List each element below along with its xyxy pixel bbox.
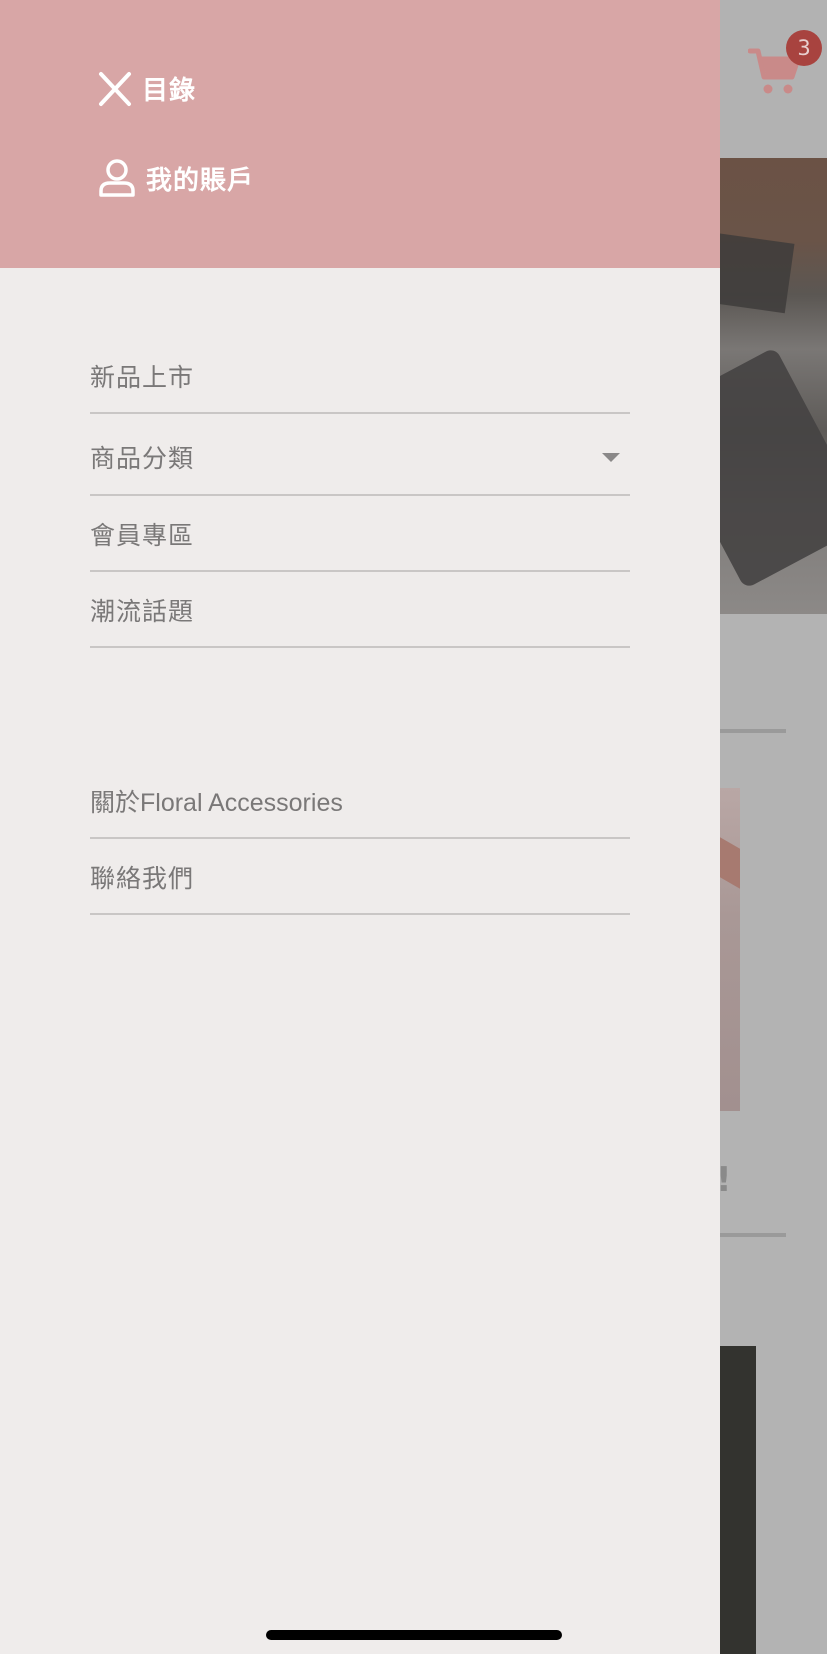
menu-item-label: 潮流話題 <box>90 596 195 626</box>
menu-item-members[interactable]: 會員專區 <box>90 497 630 572</box>
menu-item-about[interactable]: 關於Floral Accessories <box>90 764 630 839</box>
menu-item-label: 商品分類 <box>90 444 195 473</box>
my-account-label: 我的賬戶 <box>146 165 255 196</box>
menu-item-new-arrivals[interactable]: 新品上市 <box>90 340 630 414</box>
product-image <box>720 1346 756 1654</box>
menu-item-label: 聯絡我們 <box>90 863 195 893</box>
menu-item-categories[interactable]: 商品分類 <box>90 420 630 496</box>
menu-item-trends[interactable]: 潮流話題 <box>90 573 630 648</box>
my-account-link[interactable]: 我的賬戶 <box>98 158 254 198</box>
product-image <box>720 788 740 1111</box>
menu-item-label: 關於Floral Accessories <box>90 788 343 817</box>
navigation-drawer: 目錄 我的賬戶 新品上市 商品分類 會員專區 潮流話題 關於Floral Acc… <box>0 0 720 1654</box>
cart-count-badge: 3 <box>786 30 822 66</box>
close-menu-button[interactable]: 目錄 <box>98 70 196 107</box>
section-divider <box>720 729 786 733</box>
menu-item-contact[interactable]: 聯絡我們 <box>90 840 630 915</box>
drawer-header: 目錄 我的賬戶 <box>0 0 720 268</box>
user-icon <box>99 159 135 197</box>
section-divider <box>720 1233 786 1237</box>
hero-image <box>720 158 827 614</box>
menu-item-label: 新品上市 <box>90 363 195 392</box>
menu-item-label: 會員專區 <box>90 520 195 550</box>
home-indicator[interactable] <box>266 1630 562 1640</box>
close-icon <box>99 71 131 106</box>
menu-title: 目錄 <box>142 76 197 106</box>
chevron-down-icon[interactable] <box>602 452 620 462</box>
